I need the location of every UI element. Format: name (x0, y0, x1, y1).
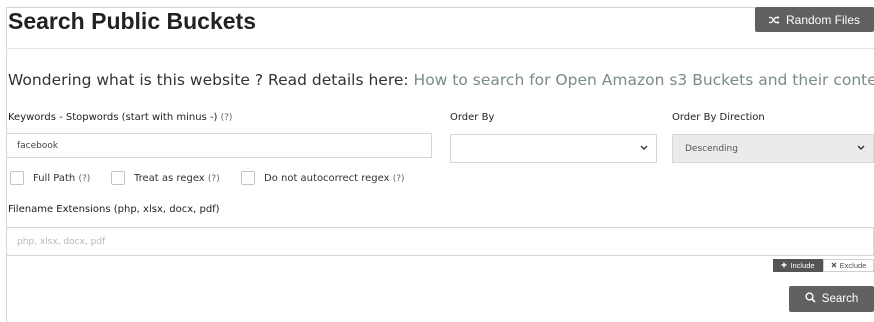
chevron-down-icon (640, 144, 648, 154)
no-autocorrect-checkbox[interactable] (241, 171, 255, 185)
keywords-label-text: Keywords - Stopwords (start with minus -… (8, 112, 218, 123)
no-autocorrect-label: Do not autocorrect regex (264, 172, 390, 184)
no-autocorrect-option[interactable]: Do not autocorrect regex (?) (241, 171, 405, 185)
include-button[interactable]: Include (773, 259, 823, 272)
no-autocorrect-help-hint[interactable]: (?) (393, 174, 405, 184)
order-direction-select[interactable]: Descending (672, 134, 874, 163)
keywords-label: Keywords - Stopwords (start with minus -… (8, 112, 232, 123)
page-frame (6, 7, 874, 322)
how-to-search-link[interactable]: How to search for Open Amazon s3 Buckets… (414, 71, 874, 89)
regex-label: Treat as regex (134, 172, 205, 184)
header-divider (6, 48, 874, 49)
extensions-label: Filename Extensions (php, xlsx, docx, pd… (8, 204, 220, 215)
order-direction-label: Order By Direction (672, 112, 765, 123)
search-icon (805, 292, 816, 306)
keywords-input[interactable] (6, 133, 432, 158)
intro-sentence: Wondering what is this website ? Read de… (8, 71, 414, 89)
regex-help-hint[interactable]: (?) (208, 174, 220, 184)
exclude-button[interactable]: Exclude (823, 259, 874, 272)
full-path-help-hint[interactable]: (?) (78, 174, 90, 184)
full-path-option[interactable]: Full Path (?) (10, 171, 90, 185)
order-by-select[interactable] (450, 134, 657, 163)
include-label: Include (790, 261, 815, 270)
search-label: Search (821, 293, 859, 305)
order-direction-value: Descending (685, 143, 738, 154)
plus-icon (781, 261, 787, 270)
search-button[interactable]: Search (789, 286, 874, 312)
exclude-label: Exclude (839, 261, 867, 270)
full-path-checkbox[interactable] (10, 171, 24, 185)
random-files-label: Random Files (785, 12, 861, 27)
shuffle-icon (768, 15, 780, 25)
page-title: Search Public Buckets (8, 8, 256, 34)
regex-checkbox[interactable] (111, 171, 125, 185)
keywords-help-hint[interactable]: (?) (221, 113, 233, 123)
chevron-down-icon (857, 144, 865, 154)
random-files-button[interactable]: Random Files (755, 7, 874, 32)
close-icon (831, 261, 837, 270)
order-by-label: Order By (450, 112, 495, 123)
full-path-label: Full Path (33, 172, 76, 184)
regex-option[interactable]: Treat as regex (?) (111, 171, 220, 185)
extensions-input[interactable] (6, 227, 874, 256)
intro-text: Wondering what is this website ? Read de… (8, 71, 874, 89)
